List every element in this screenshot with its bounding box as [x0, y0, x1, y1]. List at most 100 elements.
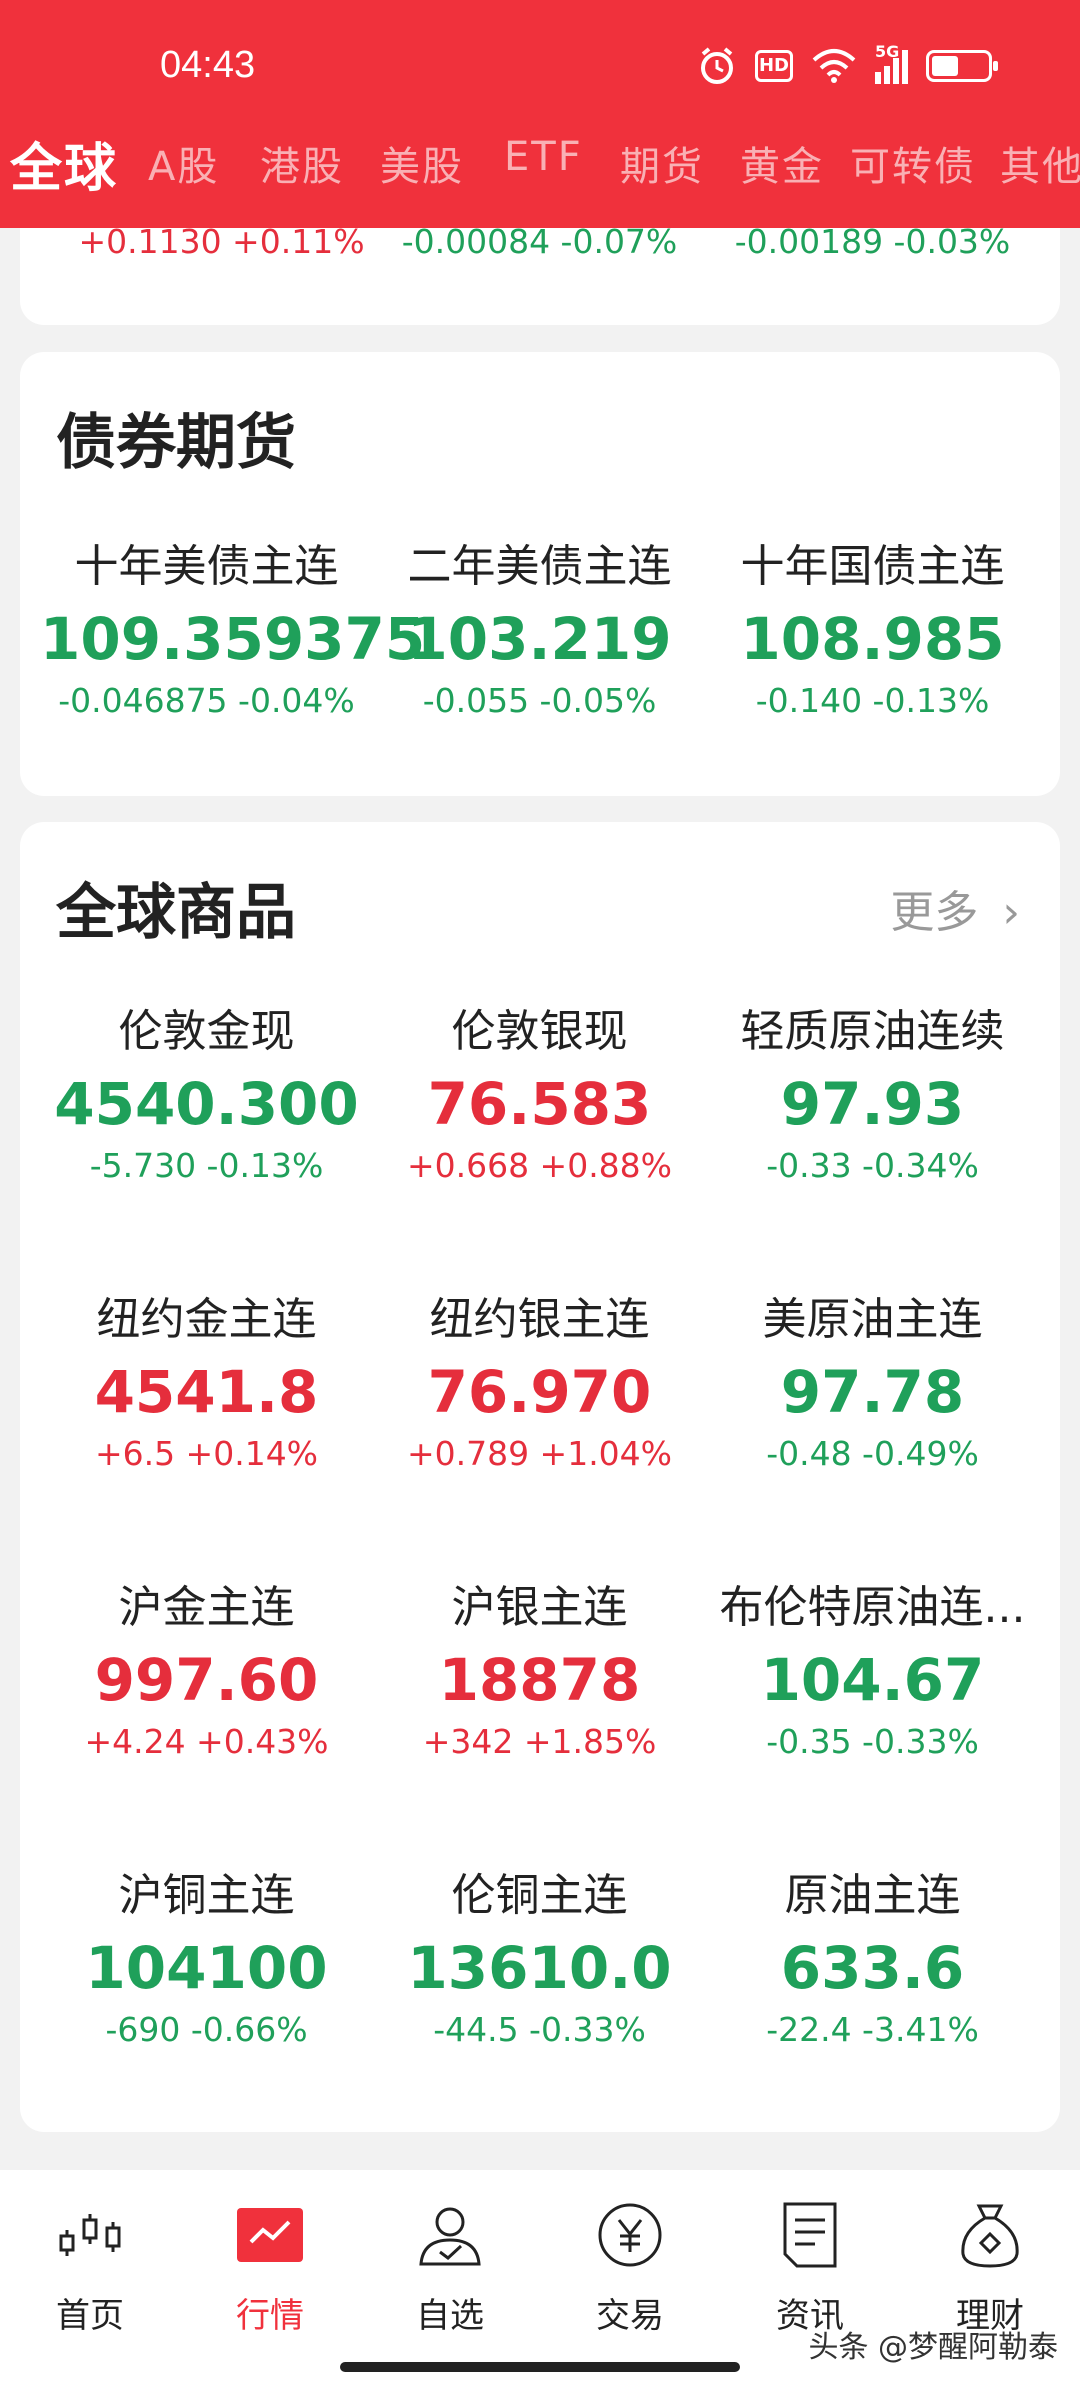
- quote-cell[interactable]: 纽约金主连 4541.8 +6.5 +0.14%: [40, 1285, 373, 1479]
- watermark: 头条 @梦醒阿勒泰: [808, 2330, 1058, 2365]
- instrument-price: 13610.0: [407, 1934, 672, 2002]
- tab-us-stocks[interactable]: 美股: [380, 134, 464, 192]
- quote-cell[interactable]: 十年美债主连 109.359375 -0.046875 -0.04%: [40, 532, 426, 726]
- quote-cell[interactable]: 美原油主连 97.78 -0.48 -0.49%: [706, 1285, 1039, 1479]
- quote-cell[interactable]: 布伦特原油连... 104.67 -0.35 -0.33%: [706, 1573, 1039, 1767]
- nav-wealth[interactable]: 理财: [900, 2200, 1080, 2337]
- instrument-name: 十年国债主连: [740, 541, 1005, 592]
- tab-futures[interactable]: 期货: [620, 134, 704, 192]
- instrument-price: 997.60: [94, 1646, 319, 1714]
- tab-other[interactable]: 其他: [1000, 134, 1080, 192]
- quote-cell[interactable]: 沪金主连 997.60 +4.24 +0.43%: [40, 1573, 373, 1767]
- instrument-change: -0.046875 -0.04%: [58, 681, 355, 720]
- instrument-change: -44.5 -0.33%: [433, 2010, 646, 2049]
- instrument-price: 109.359375: [40, 605, 426, 673]
- section-title: 债券期货: [56, 408, 296, 478]
- instrument-change: +0.668 +0.88%: [406, 1146, 673, 1185]
- instrument-price: 4541.8: [94, 1358, 319, 1426]
- signal-icon: 5G: [875, 42, 908, 84]
- quote-cell[interactable]: 伦敦银现 76.583 +0.668 +0.88%: [373, 997, 706, 1191]
- status-icons: HD 5G: [697, 42, 998, 86]
- chevron-right-icon: ›: [1002, 887, 1020, 938]
- instrument-name: 原油主连: [784, 1870, 961, 1921]
- nav-watchlist[interactable]: 自选: [360, 2200, 540, 2337]
- instrument-name: 沪铜主连: [118, 1870, 295, 1921]
- instrument-price: 76.970: [427, 1358, 652, 1426]
- instrument-change: +4.24 +0.43%: [84, 1722, 329, 1761]
- document-icon: [783, 2202, 837, 2268]
- nav-label: 自选: [416, 2296, 484, 2336]
- trend-chart-icon: [237, 2208, 303, 2262]
- instrument-name: 十年美债主连: [74, 541, 339, 592]
- market-tabs: 全球 A股 港股 美股 ETF 期货 黄金 可转债 其他: [0, 130, 1080, 210]
- instrument-name: 沪银主连: [451, 1582, 628, 1633]
- instrument-change: -0.48 -0.49%: [766, 1434, 979, 1473]
- alarm-icon: [701, 47, 733, 84]
- section-title: 全球商品: [56, 878, 296, 948]
- instrument-name: 二年美债主连: [407, 541, 672, 592]
- quote-cell[interactable]: 伦铜主连 13610.0 -44.5 -0.33%: [373, 1861, 706, 2055]
- instrument-price: 104100: [85, 1934, 328, 2002]
- instrument-change: -0.33 -0.34%: [766, 1146, 979, 1185]
- instrument-change: -0.055 -0.05%: [422, 681, 657, 720]
- quote-cell[interactable]: 沪铜主连 104100 -690 -0.66%: [40, 1861, 373, 2055]
- more-link[interactable]: 更多 ›: [890, 876, 1020, 940]
- wifi-icon: [812, 49, 856, 83]
- commodities-card: 全球商品 更多 › 伦敦金现 4540.300 -5.730 -0.13% 伦敦银现 7…: [20, 822, 1060, 2132]
- home-indicator[interactable]: [340, 2362, 740, 2372]
- network-type: 5G: [875, 42, 900, 61]
- tab-etf[interactable]: ETF: [504, 134, 583, 180]
- instrument-price: 633.6: [780, 1934, 965, 2002]
- instrument-name: 伦敦金现: [118, 1006, 295, 1057]
- instrument-change: -22.4 -3.41%: [766, 2010, 979, 2049]
- instrument-change: +6.5 +0.14%: [94, 1434, 319, 1473]
- nav-label: 交易: [596, 2296, 664, 2336]
- instrument-change: -690 -0.66%: [105, 2010, 308, 2049]
- quote-cell[interactable]: 二年美债主连 103.219 -0.055 -0.05%: [373, 532, 706, 726]
- tab-gold[interactable]: 黄金: [740, 134, 824, 192]
- yen-coin-icon: [598, 2203, 662, 2267]
- instrument-name: 纽约金主连: [96, 1294, 317, 1345]
- nav-label: 首页: [56, 2296, 124, 2336]
- instrument-change: -5.730 -0.13%: [89, 1146, 324, 1185]
- quote-cell[interactable]: 纽约银主连 76.970 +0.789 +1.04%: [373, 1285, 706, 1479]
- instrument-name: 沪金主连: [118, 1582, 295, 1633]
- tab-global[interactable]: 全球: [10, 130, 118, 201]
- instrument-price: 76.583: [427, 1070, 652, 1138]
- nav-trade[interactable]: 交易: [540, 2200, 720, 2337]
- instrument-change: -0.35 -0.33%: [766, 1722, 979, 1761]
- clock: 04:43: [160, 44, 256, 86]
- nav-home[interactable]: 首页: [0, 2200, 180, 2337]
- quote-cell[interactable]: 沪银主连 18878 +342 +1.85%: [373, 1573, 706, 1767]
- quote-cell[interactable]: 伦敦金现 4540.300 -5.730 -0.13%: [40, 997, 373, 1191]
- quote-cell[interactable]: 十年国债主连 108.985 -0.140 -0.13%: [706, 532, 1039, 726]
- hd-icon: HD: [755, 50, 793, 82]
- nav-news[interactable]: 资讯: [720, 2200, 900, 2337]
- instrument-price: 104.67: [760, 1646, 985, 1714]
- instrument-name: 伦敦银现: [451, 1006, 628, 1057]
- instrument-price: 4540.300: [54, 1070, 359, 1138]
- tab-hk-stocks[interactable]: 港股: [260, 134, 344, 192]
- bond-futures-card: 债券期货 十年美债主连 109.359375 -0.046875 -0.04% …: [20, 352, 1060, 796]
- instrument-price: 18878: [438, 1646, 641, 1714]
- quote-cell[interactable]: 轻质原油连续 97.93 -0.33 -0.34%: [706, 997, 1039, 1191]
- app-header: 04:43 HD 5G 全球 A股 港股 美股 ETF 期货 黄金 可转债 其他: [0, 0, 1080, 228]
- instrument-price: 97.93: [780, 1070, 965, 1138]
- instrument-name: 伦铜主连: [451, 1870, 628, 1921]
- nav-market[interactable]: 行情: [180, 2200, 360, 2337]
- battery-icon: [926, 50, 998, 82]
- quote-cell[interactable]: 原油主连 633.6 -22.4 -3.41%: [706, 1861, 1039, 2055]
- bottom-nav: 首页 行情 自选 交易 资讯 理财 头条 @梦醒阿勒泰: [0, 2170, 1080, 2400]
- tab-a-shares[interactable]: A股: [148, 134, 219, 192]
- instrument-price: 103.219: [407, 605, 672, 673]
- instrument-change: +342 +1.85%: [422, 1722, 657, 1761]
- instrument-name: 纽约银主连: [429, 1294, 650, 1345]
- more-label: 更多: [890, 887, 979, 938]
- nav-label: 行情: [236, 2296, 304, 2336]
- money-bag-icon: [961, 2204, 1019, 2268]
- instrument-price: 97.78: [780, 1358, 965, 1426]
- candlestick-icon: [59, 2214, 121, 2256]
- tab-convertible-bonds[interactable]: 可转债: [850, 134, 976, 192]
- status-bar: 04:43 HD 5G: [0, 0, 1080, 130]
- instrument-change: +0.789 +1.04%: [406, 1434, 673, 1473]
